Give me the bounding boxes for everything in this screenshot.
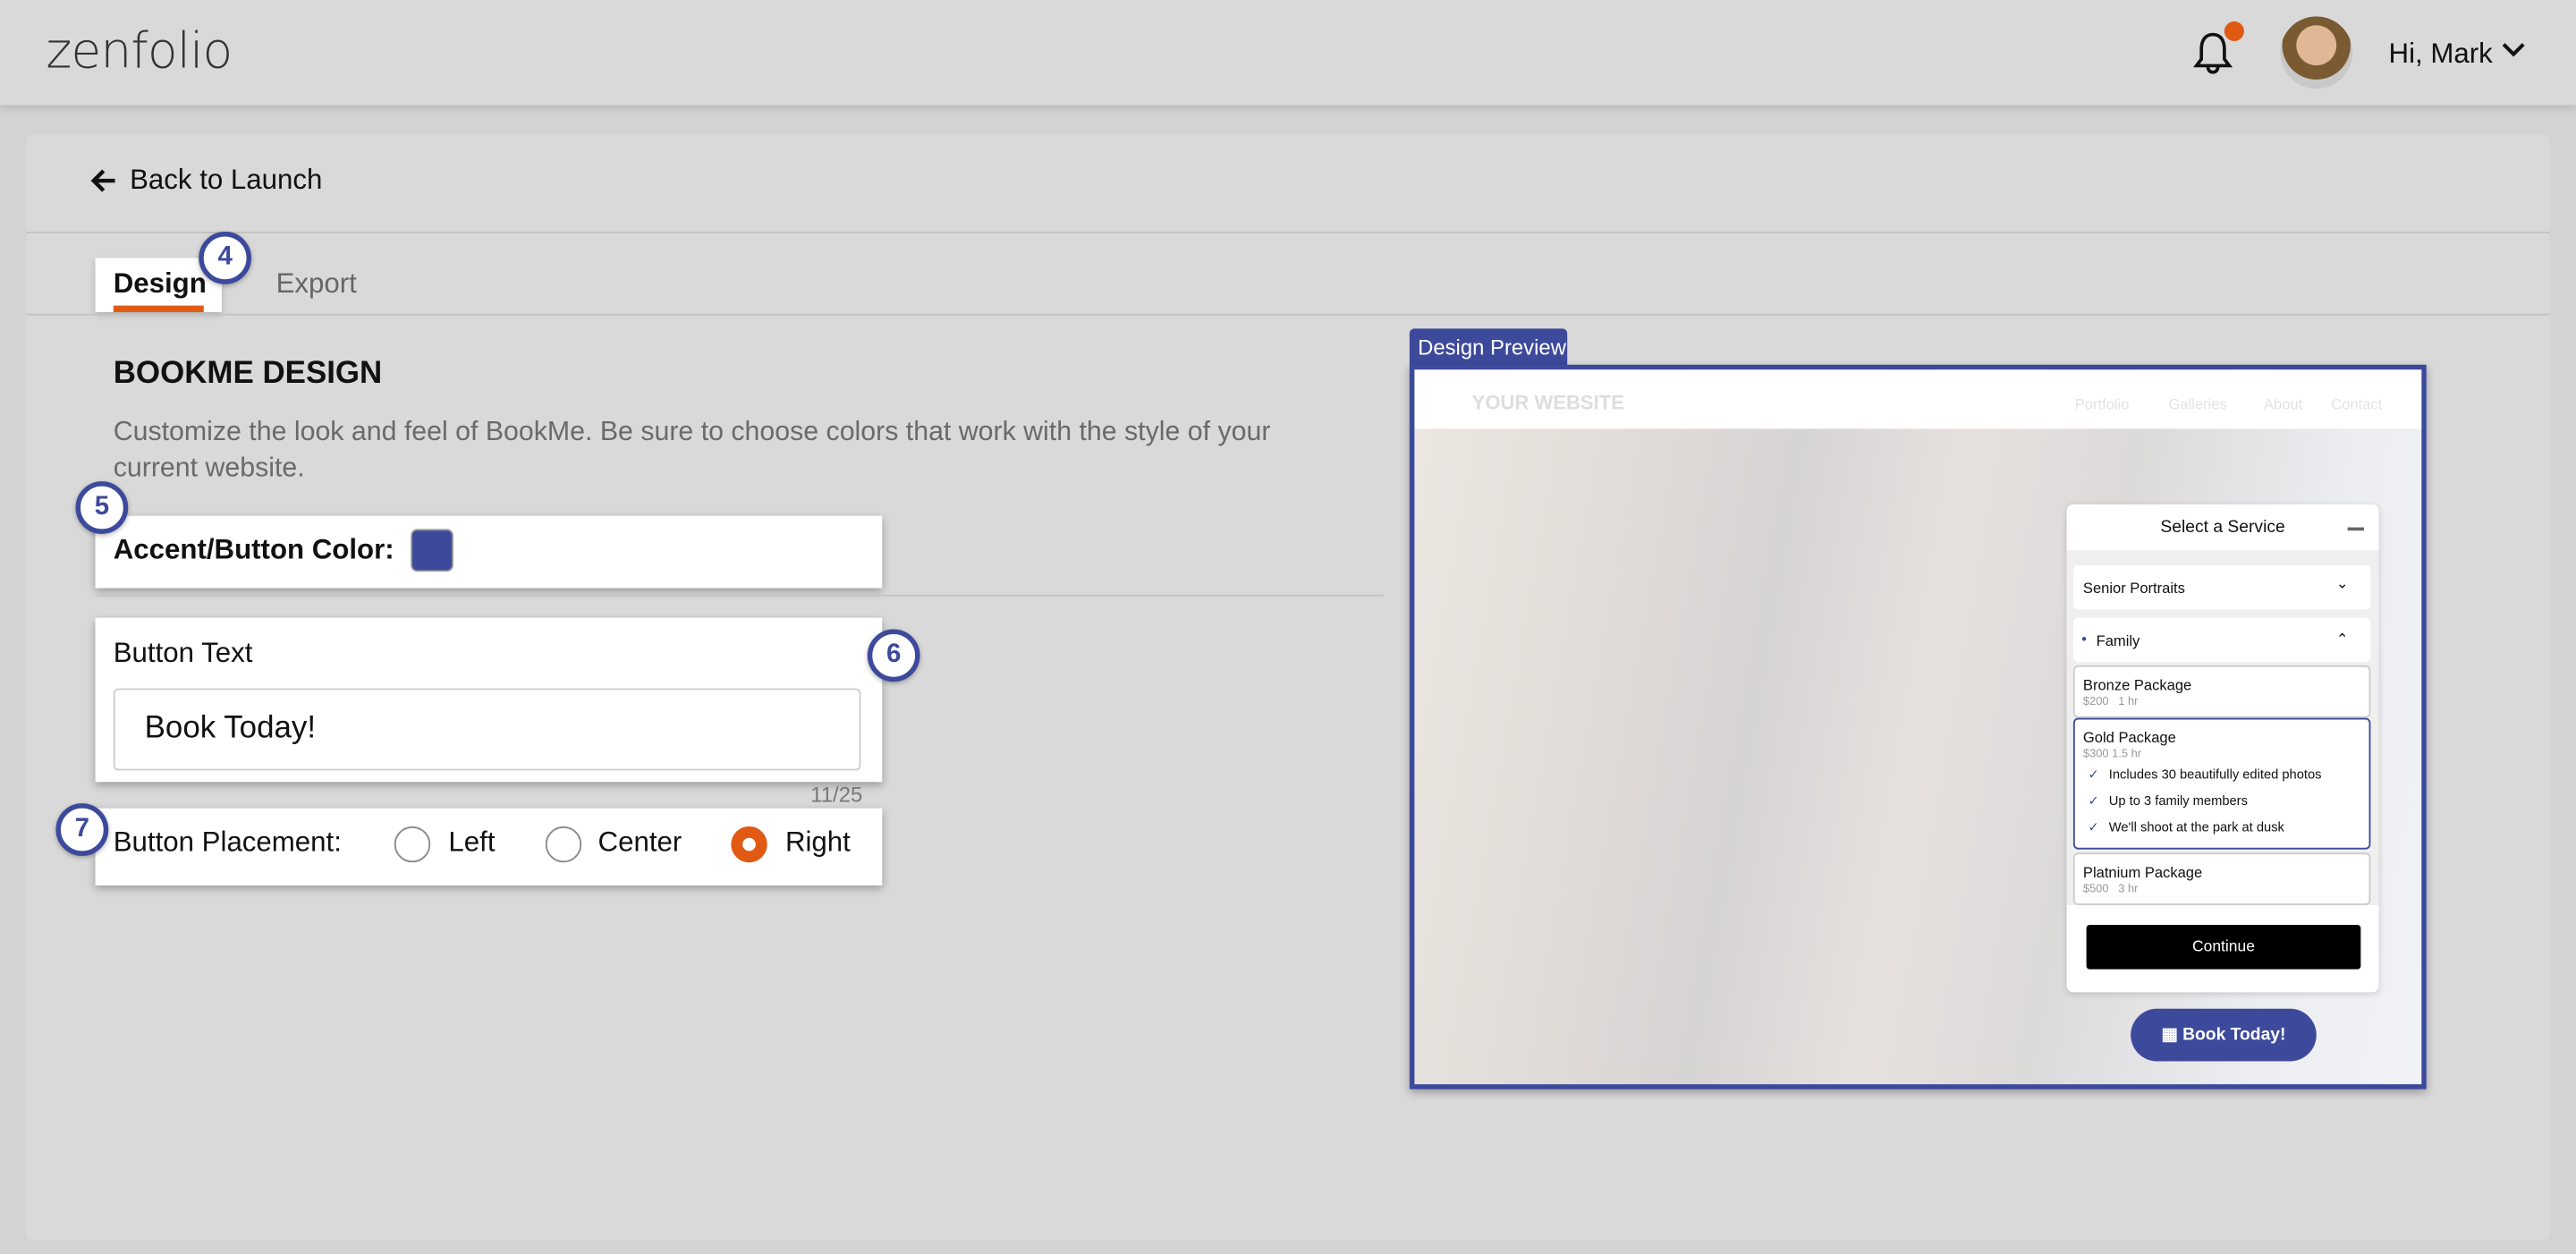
package-feature: ✓ Includes 30 beautifully edited photos (2088, 767, 2322, 783)
package-meta: $500 3 hr (2082, 884, 2139, 896)
package-feature: ✓ Up to 3 family members (2088, 793, 2248, 809)
button-placement-panel: Button Placement: Left Center Right (95, 808, 883, 885)
chevron-up-icon: ⌃ (2335, 631, 2349, 648)
tab-label: Design (113, 267, 207, 300)
divider (26, 231, 2550, 233)
category-label: Family (2096, 632, 2140, 649)
character-counter: 11/25 (810, 782, 863, 807)
widget-body: Senior Portraits ⌄ • Family ⌃ Bronze Packag… (2066, 550, 2379, 906)
book-today-button[interactable]: ▦ Book Today! (2131, 1008, 2317, 1062)
chevron-down-icon: ⌄ (2335, 574, 2349, 592)
divider (26, 313, 2550, 316)
step-badge: 5 (75, 481, 129, 534)
calendar-icon: ▦ (2161, 1025, 2183, 1046)
site-nav-item: Portfolio (2074, 395, 2130, 413)
accent-color-panel: Accent/Button Color: (95, 515, 883, 589)
button-text-panel: Button Text (95, 617, 883, 783)
minimize-icon[interactable] (2347, 527, 2365, 530)
site-name: YOUR WEBSITE (1471, 391, 1624, 414)
site-nav-item: Contact (2331, 395, 2383, 413)
category-senior-portraits[interactable]: Senior Portraits ⌄ (2072, 564, 2371, 610)
site-nav-item: About (2263, 395, 2303, 413)
book-button-label: Book Today! (2182, 1025, 2286, 1046)
section-description: Customize the look and feel of BookMe. B… (113, 417, 1271, 483)
radio-label[interactable]: Center (598, 826, 682, 860)
divider (95, 594, 1384, 597)
button-text-label: Button Text (113, 637, 253, 669)
tab-export[interactable]: Export (276, 267, 357, 301)
package-gold[interactable]: Gold Package $300 1.5 hr ✓ Includes 30 bea… (2072, 717, 2371, 850)
notification-dot (2224, 21, 2244, 41)
check-icon: ✓ (2088, 767, 2099, 783)
back-label: Back to Launch (130, 164, 323, 196)
design-preview-tab: Design Preview (1409, 328, 1568, 367)
back-to-launch-link[interactable]: Back to Launch (90, 165, 322, 198)
step-badge: 4 (199, 231, 252, 284)
top-header: zenfolio Hi, Mark (0, 0, 2576, 106)
category-label: Senior Portraits (2082, 580, 2185, 597)
package-meta: $300 1.5 hr (2082, 749, 2142, 761)
user-greeting[interactable]: Hi, Mark (2389, 38, 2493, 71)
site-nav-item: Galleries (2168, 395, 2227, 413)
chevron-down-icon[interactable] (2500, 36, 2526, 62)
continue-button[interactable]: Continue (2086, 925, 2361, 970)
avatar[interactable] (2280, 16, 2353, 89)
radio-center[interactable] (545, 826, 582, 863)
placement-label: Button Placement: (113, 826, 342, 858)
package-name: Platnium Package (2082, 864, 2203, 881)
package-platinum[interactable]: Platnium Package $500 3 hr (2072, 852, 2371, 906)
radio-label[interactable]: Right (785, 826, 851, 860)
radio-right[interactable] (731, 826, 767, 863)
radio-label[interactable]: Left (448, 826, 495, 860)
design-preview-frame: YOUR WEBSITE Portfolio Galleries About C… (1409, 364, 2427, 1089)
arrow-left-icon (90, 169, 115, 192)
category-family[interactable]: • Family ⌃ (2072, 617, 2371, 663)
widget-title: Select a Service (2160, 517, 2285, 538)
section-title: BOOKME DESIGN (113, 356, 383, 392)
selected-dot-icon: • (2081, 631, 2087, 648)
booking-widget: Select a Service Senior Portraits ⌄ • Fami… (2066, 504, 2379, 993)
accent-label: Accent/Button Color: (113, 533, 394, 565)
package-bronze[interactable]: Bronze Package $200 1 hr (2072, 665, 2371, 718)
accent-color-swatch[interactable] (411, 529, 453, 572)
package-meta: $200 1 hr (2082, 696, 2139, 708)
package-name: Bronze Package (2082, 676, 2192, 694)
radio-left[interactable] (394, 826, 431, 863)
package-feature: ✓ We'll shoot at the park at dusk (2088, 819, 2284, 835)
check-icon: ✓ (2088, 819, 2099, 835)
zenfolio-logo[interactable]: zenfolio (46, 23, 233, 80)
active-tab-indicator (113, 305, 204, 312)
site-header: YOUR WEBSITE Portfolio Galleries About C… (1414, 369, 2422, 429)
package-name: Gold Package (2082, 729, 2176, 746)
check-icon: ✓ (2088, 793, 2099, 809)
step-badge: 6 (867, 629, 920, 682)
button-text-input[interactable] (113, 688, 861, 771)
step-badge: 7 (55, 803, 109, 856)
